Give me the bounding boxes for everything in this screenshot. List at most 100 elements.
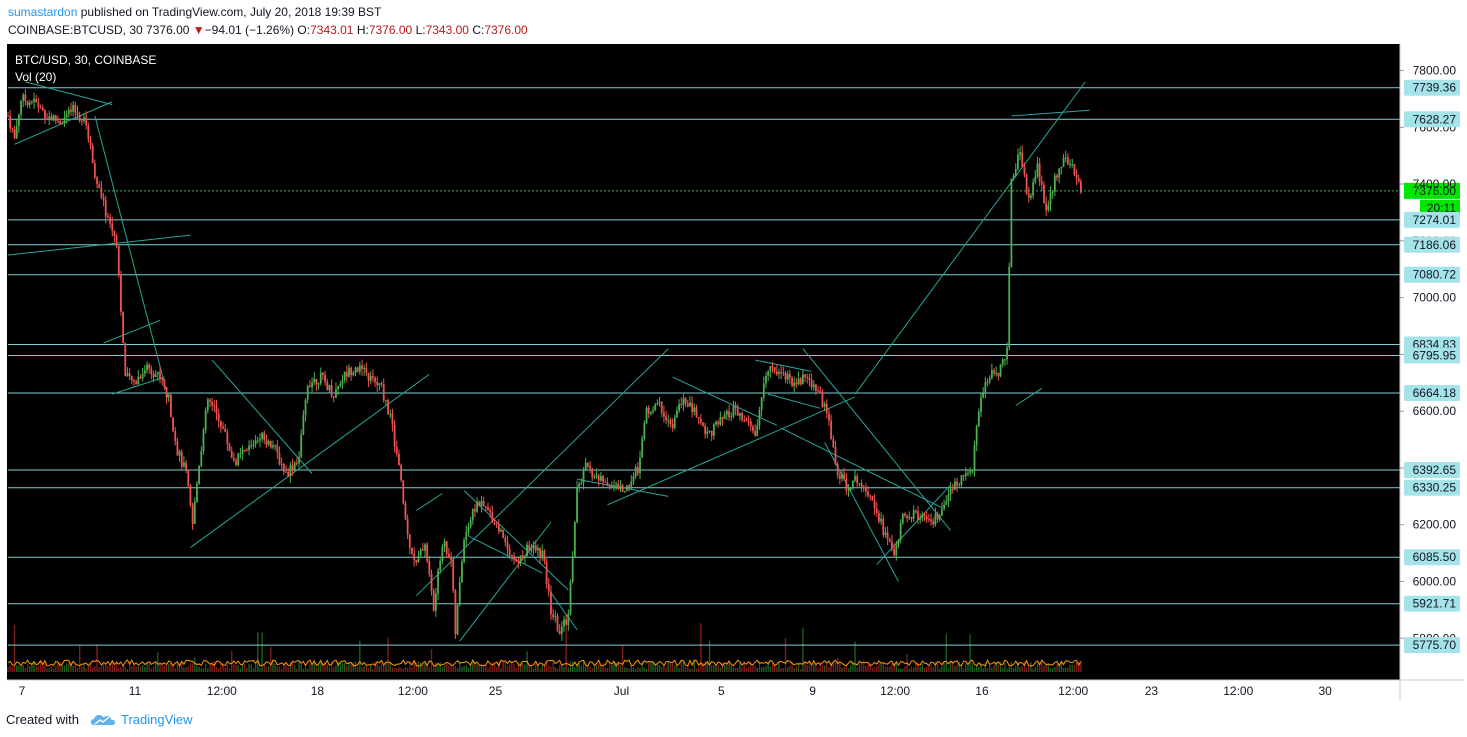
price-chart[interactable]: 7376.0020:11 7800.007600.007400.007200.0… bbox=[0, 40, 1467, 704]
candle-body bbox=[808, 377, 811, 380]
candle-body bbox=[406, 518, 409, 535]
candle-body bbox=[639, 457, 641, 474]
level-label: 6085.50 bbox=[1413, 550, 1457, 564]
candle-body bbox=[37, 102, 40, 108]
candle-body bbox=[951, 488, 954, 490]
candle-body bbox=[927, 519, 930, 521]
candle-body bbox=[830, 420, 833, 439]
candle-body bbox=[306, 385, 309, 400]
candle-body bbox=[893, 548, 896, 556]
candle-body bbox=[682, 398, 685, 406]
low-value: 7343.00 bbox=[425, 23, 469, 37]
candle-body bbox=[636, 467, 639, 474]
candle-body bbox=[74, 104, 77, 113]
candle-body bbox=[1012, 175, 1015, 179]
candle-body bbox=[100, 187, 103, 198]
candle-body bbox=[680, 404, 683, 406]
candle-body bbox=[165, 386, 168, 398]
candle-body bbox=[254, 440, 257, 445]
candle-body bbox=[54, 115, 57, 121]
tradingview-cloud-icon[interactable] bbox=[90, 713, 115, 727]
close-label: C: bbox=[472, 23, 485, 37]
candle-body bbox=[126, 373, 129, 376]
candle-body bbox=[1073, 164, 1076, 175]
candle-body bbox=[554, 616, 557, 618]
candle-body bbox=[7, 115, 9, 117]
level-label: 6392.65 bbox=[1413, 463, 1457, 477]
candle-body bbox=[593, 476, 596, 478]
candle-body bbox=[745, 419, 748, 422]
candle-body bbox=[198, 466, 201, 484]
candle-body bbox=[513, 556, 515, 560]
candle-body bbox=[708, 430, 711, 432]
candle-body bbox=[706, 431, 709, 435]
candle-body bbox=[558, 630, 561, 634]
candle-body bbox=[204, 410, 207, 431]
candle-body bbox=[1047, 205, 1050, 211]
candle-body bbox=[398, 453, 400, 465]
candle-body bbox=[1038, 163, 1041, 182]
candle-body bbox=[235, 460, 237, 466]
candle-body bbox=[322, 372, 324, 375]
candle-body bbox=[463, 540, 465, 562]
time-tick-label: 18 bbox=[311, 684, 325, 698]
candle-body bbox=[550, 591, 552, 615]
candle-body bbox=[858, 483, 861, 485]
candle-body bbox=[267, 440, 270, 445]
candle-body bbox=[799, 378, 802, 384]
level-label: 6795.95 bbox=[1413, 349, 1457, 363]
candle-body bbox=[295, 462, 298, 464]
candle-body bbox=[146, 364, 148, 371]
tradingview-link[interactable]: TradingView bbox=[121, 709, 193, 731]
volume-indicator-label: Vol (20) bbox=[15, 70, 56, 84]
candle-body bbox=[524, 555, 526, 559]
candle-body bbox=[152, 374, 155, 378]
candle-body bbox=[491, 512, 494, 523]
candle-body bbox=[615, 483, 618, 486]
time-tick-label: 23 bbox=[1145, 684, 1159, 698]
candle-body bbox=[15, 126, 18, 138]
candle-body bbox=[272, 445, 274, 448]
candle-body bbox=[617, 483, 620, 489]
candle-body bbox=[797, 378, 800, 385]
candle-body bbox=[1069, 164, 1071, 166]
candle-body bbox=[908, 516, 911, 519]
candle-body bbox=[424, 544, 426, 551]
candle-body bbox=[395, 446, 398, 454]
level-label: 5775.70 bbox=[1413, 638, 1457, 652]
candle-body bbox=[324, 374, 326, 382]
candle-body bbox=[343, 372, 346, 381]
candle-body bbox=[22, 94, 25, 101]
candle-body bbox=[1003, 359, 1006, 361]
candle-body bbox=[600, 476, 602, 481]
candle-body bbox=[454, 590, 457, 635]
candle-body bbox=[363, 367, 366, 370]
candle-body bbox=[172, 417, 174, 431]
candle-body bbox=[59, 121, 62, 125]
candle-body bbox=[193, 501, 196, 525]
candle-body bbox=[997, 372, 1000, 377]
candle-body bbox=[91, 145, 94, 164]
candle-body bbox=[573, 522, 576, 557]
candle-body bbox=[606, 482, 609, 486]
candle-body bbox=[686, 403, 689, 407]
candle-body bbox=[875, 508, 878, 514]
candle-body bbox=[241, 449, 244, 454]
candle-body bbox=[967, 472, 969, 474]
level-label: 6330.25 bbox=[1413, 481, 1457, 495]
candle-body bbox=[124, 343, 127, 376]
candle-body bbox=[456, 604, 459, 635]
candle-body bbox=[139, 376, 142, 379]
candle-body bbox=[712, 424, 715, 436]
last-price: 7376.00 bbox=[146, 23, 190, 37]
candle-body bbox=[248, 445, 250, 451]
price-tick-label: 7000.00 bbox=[1413, 291, 1457, 305]
price-tick-label: 6200.00 bbox=[1413, 518, 1457, 532]
candle-body bbox=[361, 365, 363, 370]
candle-body bbox=[72, 104, 75, 112]
author-link[interactable]: sumastardon bbox=[8, 5, 77, 19]
candle-body bbox=[510, 555, 513, 557]
candle-body bbox=[332, 396, 335, 398]
candle-body bbox=[571, 556, 574, 582]
candle-body bbox=[673, 417, 676, 428]
